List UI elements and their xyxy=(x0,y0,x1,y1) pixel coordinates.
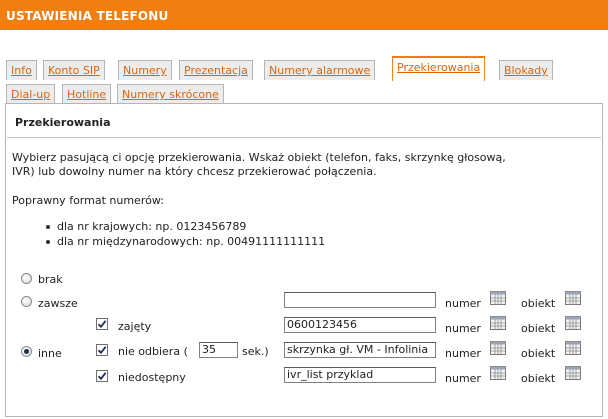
checkmark-icon xyxy=(97,372,107,381)
obiekt-picker-icon[interactable] xyxy=(565,366,581,380)
obiekt-picker-icon[interactable] xyxy=(565,316,581,330)
panel-divider xyxy=(7,137,601,138)
label-inne: inne xyxy=(38,347,62,360)
numer-picker-icon[interactable] xyxy=(490,341,506,355)
label-brak: brak xyxy=(38,273,63,286)
numer-label: numer xyxy=(445,297,481,310)
checkmark-icon xyxy=(97,320,107,329)
numer-label: numer xyxy=(445,347,481,360)
format-item-domestic: dla nr krajowych: np. 0123456789 xyxy=(57,220,247,233)
label-niedostepny: niedostępny xyxy=(118,371,186,384)
numer-picker-icon[interactable] xyxy=(490,366,506,380)
numer-picker-icon[interactable] xyxy=(490,291,506,305)
checkbox-zajety[interactable] xyxy=(96,318,108,330)
description-line-1: Wybierz pasującą ci opcję przekierowania… xyxy=(12,151,506,164)
description-line-2: IVR) lub dowolny numer na który chcesz p… xyxy=(12,165,377,178)
zawsze-target-input[interactable] xyxy=(284,292,436,308)
niedostepny-target-input[interactable]: ivr_list przyklad xyxy=(284,367,436,383)
format-item-international: dla nr międzynarodowych: np. 00491111111… xyxy=(57,235,326,248)
panel-title: Przekierowania xyxy=(15,116,111,129)
bullet-icon xyxy=(46,225,50,229)
obiekt-label: obiekt xyxy=(521,322,556,335)
checkbox-nie-odbiera[interactable] xyxy=(96,344,108,356)
label-seconds: sek.) xyxy=(242,345,269,358)
tab-przekierowania[interactable]: Przekierowania xyxy=(392,56,486,81)
tab-numery-skrocone[interactable]: Numery skrócone xyxy=(117,84,224,104)
checkbox-niedostepny[interactable] xyxy=(96,370,108,382)
numer-label: numer xyxy=(445,322,481,335)
obiekt-label: obiekt xyxy=(521,297,556,310)
page-title: USTAWIENIA TELEFONU xyxy=(6,9,169,23)
numer-picker-icon[interactable] xyxy=(490,316,506,330)
tab-prezentacja[interactable]: Prezentacja xyxy=(179,60,253,80)
radio-brak[interactable] xyxy=(21,273,32,284)
tab-hotline[interactable]: Hotline xyxy=(62,84,112,104)
radio-zawsze[interactable] xyxy=(21,296,32,307)
checkmark-icon xyxy=(97,346,107,355)
page-header: USTAWIENIA TELEFONU xyxy=(0,0,608,30)
nie-odbiera-target-input[interactable]: skrzynka gł. VM - Infolinia xyxy=(284,342,436,358)
label-zajety: zajęty xyxy=(118,320,152,333)
radio-inne[interactable] xyxy=(21,346,32,357)
obiekt-label: obiekt xyxy=(521,347,556,360)
obiekt-picker-icon[interactable] xyxy=(565,291,581,305)
tab-blokady[interactable]: Blokady xyxy=(499,60,553,80)
timeout-seconds-input[interactable]: 35 xyxy=(199,342,238,358)
tab-numery-alarmowe[interactable]: Numery alarmowe xyxy=(264,60,376,80)
tab-numery[interactable]: Numery xyxy=(118,60,172,80)
format-heading: Poprawny format numerów: xyxy=(12,194,164,207)
obiekt-picker-icon[interactable] xyxy=(565,341,581,355)
label-zawsze: zawsze xyxy=(38,297,78,310)
tab-info[interactable]: Info xyxy=(6,60,37,80)
bullet-icon xyxy=(46,240,50,244)
obiekt-label: obiekt xyxy=(521,372,556,385)
tab-konto-sip[interactable]: Konto SIP xyxy=(43,60,105,80)
label-nie-odbiera: nie odbiera ( xyxy=(118,345,188,358)
numer-label: numer xyxy=(445,372,481,385)
zajety-target-input[interactable]: 0600123456 xyxy=(284,317,436,333)
tab-dial-up[interactable]: Dial-up xyxy=(6,84,56,104)
